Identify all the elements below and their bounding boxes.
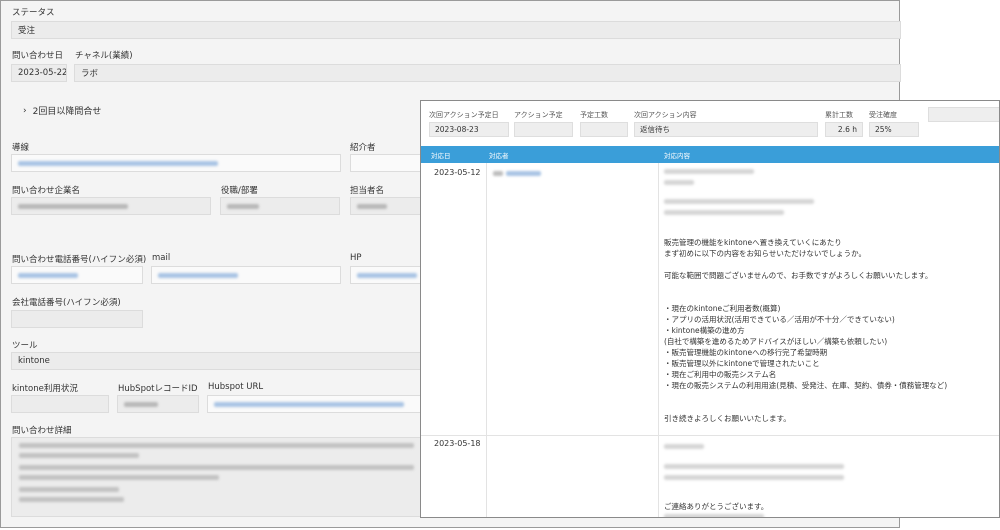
redacted-text-line [19,487,119,492]
redacted-text-line [493,171,503,176]
next-action-content-field[interactable]: 返信待ち [634,122,818,137]
history-table-header: 対応日 対応者 対応内容 [421,146,999,163]
status-field[interactable]: 受注 [11,21,901,39]
column-divider [486,163,487,517]
channel-label: チャネル(業績) [75,51,133,61]
redacted-text-line [664,169,754,174]
hp-label: HP [350,253,362,263]
chevron-right-icon: › [23,105,27,116]
redacted-text-line [664,180,694,185]
hp-field[interactable] [350,266,425,284]
contact-person-field[interactable] [350,197,425,215]
column-divider [658,163,659,517]
total-hours-label: 累計工数 [825,111,853,119]
mail-label: mail [152,253,171,263]
hubspot-url-label: Hubspot URL [208,382,264,392]
next-action-content-label: 次回アクション内容 [634,111,697,119]
redacted-text-line [19,453,139,458]
hubspot-record-field[interactable] [117,395,199,413]
route-field[interactable] [11,154,341,172]
header-date: 対応日 [431,152,451,160]
header-responder: 対応者 [489,152,509,160]
followup-section-toggle[interactable]: › 2回目以降問合せ [23,104,102,118]
redacted-text-line [19,475,219,480]
extra-field[interactable] [928,107,999,122]
redacted-text-line [664,464,844,469]
introducer-field[interactable] [350,154,425,172]
row-content-line: ・現在ご利用中の販売システム名 [664,370,777,379]
redacted-text-line [19,465,414,470]
inquiry-date-label: 問い合わせ日 [12,51,64,61]
phone-field[interactable] [11,266,143,284]
phone-label: 問い合わせ電話番号(ハイフン必須) [12,255,147,265]
row-content-line: ・販売管理以外にkintoneで管理されたいこと [664,359,820,368]
position-label: 役職/部署 [221,186,258,196]
company-field[interactable] [11,197,211,215]
tool-label: ツール [12,341,38,351]
row-content-line: ・現在のkintoneご利用者数(概算) [664,304,781,313]
row-content-line: まず初めに以下の内容をお知らせいただけないでしょうか。 [664,249,866,258]
company-phone-field[interactable] [11,310,143,328]
kintone-usage-field[interactable] [11,395,109,413]
row-content-line: ・アプリの活用状況(活用できている／活用が不十分／できていない) [664,315,895,324]
redacted-text-line [664,199,814,204]
redacted-text-line [19,497,124,502]
row-content-line: ・現在の販売システムの利用用途(見積、受発注、在庫、契約、債券・債務管理など) [664,381,948,390]
row-content-line: 販売管理の機能をkintoneへ置き換えていくにあたり [664,238,842,247]
row-content-line: (自社で構築を進めるためアドバイスがほしい／構築も依頼したい) [664,337,888,346]
contact-person-label: 担当者名 [350,186,385,196]
action-plan-field[interactable] [514,122,573,137]
redacted-text-line [664,514,764,517]
redacted-text-line [506,171,541,176]
planned-hours-field[interactable] [580,122,628,137]
redacted-text-line [664,475,844,480]
followup-section-label: 2回目以降問合せ [32,107,102,117]
header-content: 対応内容 [664,152,690,160]
hubspot-url-field[interactable] [207,395,425,413]
redacted-text-line [664,444,704,449]
introducer-label: 紹介者 [350,143,376,153]
kintone-usage-label: kintone利用状況 [12,384,78,394]
next-action-date-label: 次回アクション予定日 [429,111,499,119]
company-label: 問い合わせ企業名 [12,186,81,196]
row-content-line: ・kintone構築の進め方 [664,326,745,335]
tool-field[interactable]: kintone [11,352,425,370]
redacted-text-line [19,443,414,448]
row-date: 2023-05-18 [434,439,481,448]
mail-field[interactable] [151,266,341,284]
action-plan-label: アクション予定 [514,111,563,119]
redacted-text-line [664,210,784,215]
order-probability-label: 受注確度 [869,111,897,119]
status-label: ステータス [12,8,55,18]
row-content-line: 可能な範囲で問題ございませんので、お手数ですがよろしくお願いいたします。 [664,271,933,280]
route-label: 導線 [12,143,30,153]
order-probability-field[interactable]: 25% [869,122,919,137]
row-content-line: ご連絡ありがとうございます。 [664,502,769,511]
next-action-date-field[interactable]: 2023-08-23 [429,122,509,137]
company-phone-label: 会社電話番号(ハイフン必須) [12,298,121,308]
position-field[interactable] [220,197,340,215]
total-hours-field[interactable]: 2.6 h [825,122,863,137]
inquiry-date-field[interactable]: 2023-05-22 [11,64,67,82]
row-date: 2023-05-12 [434,168,481,177]
inquiry-detail-label: 問い合わせ詳細 [12,426,72,436]
row-content-line: ・販売管理機能のkintoneへの移行完了希望時期 [664,348,828,357]
row-content-line: 引き続きよろしくお願いいたします。 [664,414,791,423]
row-divider [421,435,999,436]
action-history-window: 次回アクション予定日 2023-08-23 アクション予定 予定工数 次回アクシ… [420,100,1000,518]
planned-hours-label: 予定工数 [580,111,608,119]
channel-field[interactable]: ラボ [74,64,901,82]
hubspot-record-label: HubSpotレコードID [118,384,198,394]
